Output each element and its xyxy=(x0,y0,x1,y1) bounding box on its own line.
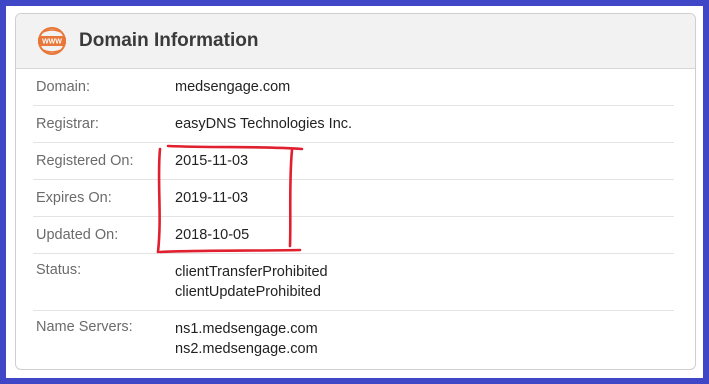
row-value: 2015-11-03 xyxy=(175,153,249,169)
row-domain: Domain: medsengage.com xyxy=(33,69,674,106)
screenshot-frame: WWW Domain Information Domain: medsengag… xyxy=(6,6,703,378)
status-value: clientUpdateProhibited xyxy=(175,284,321,300)
row-value: 2018-10-05 xyxy=(175,227,250,243)
row-label: Domain: xyxy=(36,79,90,95)
row-expires-on: Expires On: 2019-11-03 xyxy=(33,180,674,217)
row-label: Registrar: xyxy=(36,116,99,132)
row-label: Status: xyxy=(36,262,82,278)
row-value: 2019-11-03 xyxy=(175,190,249,206)
domain-info-card: WWW Domain Information Domain: medsengag… xyxy=(15,13,696,370)
row-label: Updated On: xyxy=(36,227,119,243)
row-value: medsengage.com xyxy=(175,79,291,95)
status-value: clientTransferProhibited xyxy=(175,264,328,280)
www-globe-icon: WWW xyxy=(38,27,66,55)
info-table: Domain: medsengage.com Registrar: easyDN… xyxy=(33,69,674,368)
row-status: Status: clientTransferProhibited clientU… xyxy=(33,254,674,311)
row-registered-on: Registered On: 2015-11-03 xyxy=(33,143,674,180)
row-registrar: Registrar: easyDNS Technologies Inc. xyxy=(33,106,674,143)
svg-text:WWW: WWW xyxy=(42,39,62,46)
row-label: Expires On: xyxy=(36,190,112,206)
row-value: easyDNS Technologies Inc. xyxy=(175,116,353,132)
row-updated-on: Updated On: 2018-10-05 xyxy=(33,217,674,254)
row-value-list: ns1.medsengage.com ns2.medsengage.com xyxy=(175,319,318,359)
row-value-list: clientTransferProhibited clientUpdatePro… xyxy=(175,262,328,302)
name-server-value: ns2.medsengage.com xyxy=(175,341,318,357)
row-name-servers: Name Servers: ns1.medsengage.com ns2.med… xyxy=(33,311,674,368)
row-label: Registered On: xyxy=(36,153,134,169)
name-server-value: ns1.medsengage.com xyxy=(175,321,318,337)
card-header: WWW Domain Information xyxy=(16,14,695,69)
card-title: Domain Information xyxy=(79,30,259,51)
row-label: Name Servers: xyxy=(36,319,133,335)
